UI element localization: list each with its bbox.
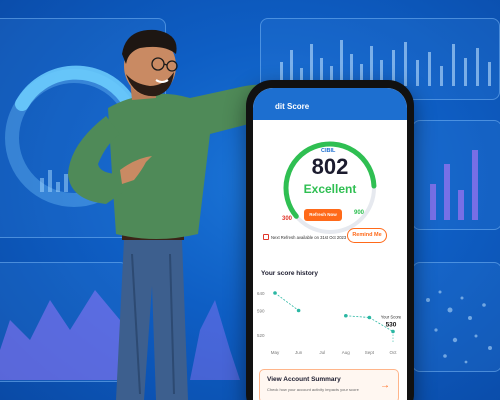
series-point [344, 313, 348, 318]
x-tick-label: Sept [365, 350, 375, 355]
app-header: dit Score [253, 88, 407, 120]
summary-title: View Account Summary [267, 376, 341, 383]
gauge-max-label: 900 [354, 210, 365, 216]
calendar-icon [263, 234, 269, 240]
series-point [273, 291, 277, 295]
y-tick-label: 520 [257, 333, 265, 338]
series-segment [345, 315, 370, 318]
x-tick-label: May [271, 350, 280, 355]
x-tick-label: Jul [319, 350, 325, 355]
series-segment [274, 292, 299, 311]
x-tick-label: Oct [389, 350, 397, 355]
credit-score-value: 802 [311, 154, 349, 179]
y-tick-label: 640 [257, 291, 265, 296]
next-refresh-text: Next Refresh available on 31st Oct 2023 [271, 234, 347, 240]
your-score-callout-value: 530 [386, 322, 397, 329]
score-history-chart: 640 590 520 May Jun Jul Aug Sept Oct Your Score 53… [257, 291, 402, 355]
refresh-now-button[interactable]: Refresh Now [304, 209, 342, 221]
phone-screen: dit Score CIBIL 802 Excellent 300 900 Re… [253, 88, 407, 400]
phone-mockup: dit Score CIBIL 802 Excellent 300 900 Re… [246, 80, 414, 400]
arrow-right-icon: → [380, 380, 390, 391]
your-score-callout-label: Your Score [381, 315, 402, 320]
score-history-title: Your score history [261, 270, 318, 277]
series-point [296, 308, 301, 313]
x-tick-label: Jun [295, 350, 303, 355]
y-tick-label: 590 [257, 309, 265, 314]
summary-subtitle: Check how your account activity impacts … [267, 387, 359, 392]
view-account-summary-card[interactable]: View Account Summary Check how your acco… [259, 369, 399, 400]
remind-me-button[interactable]: Remind Me [347, 228, 387, 243]
x-tick-label: Aug [342, 350, 351, 355]
series-point [367, 315, 372, 320]
gauge-min-label: 300 [282, 216, 293, 222]
score-rating: Excellent [303, 182, 357, 196]
